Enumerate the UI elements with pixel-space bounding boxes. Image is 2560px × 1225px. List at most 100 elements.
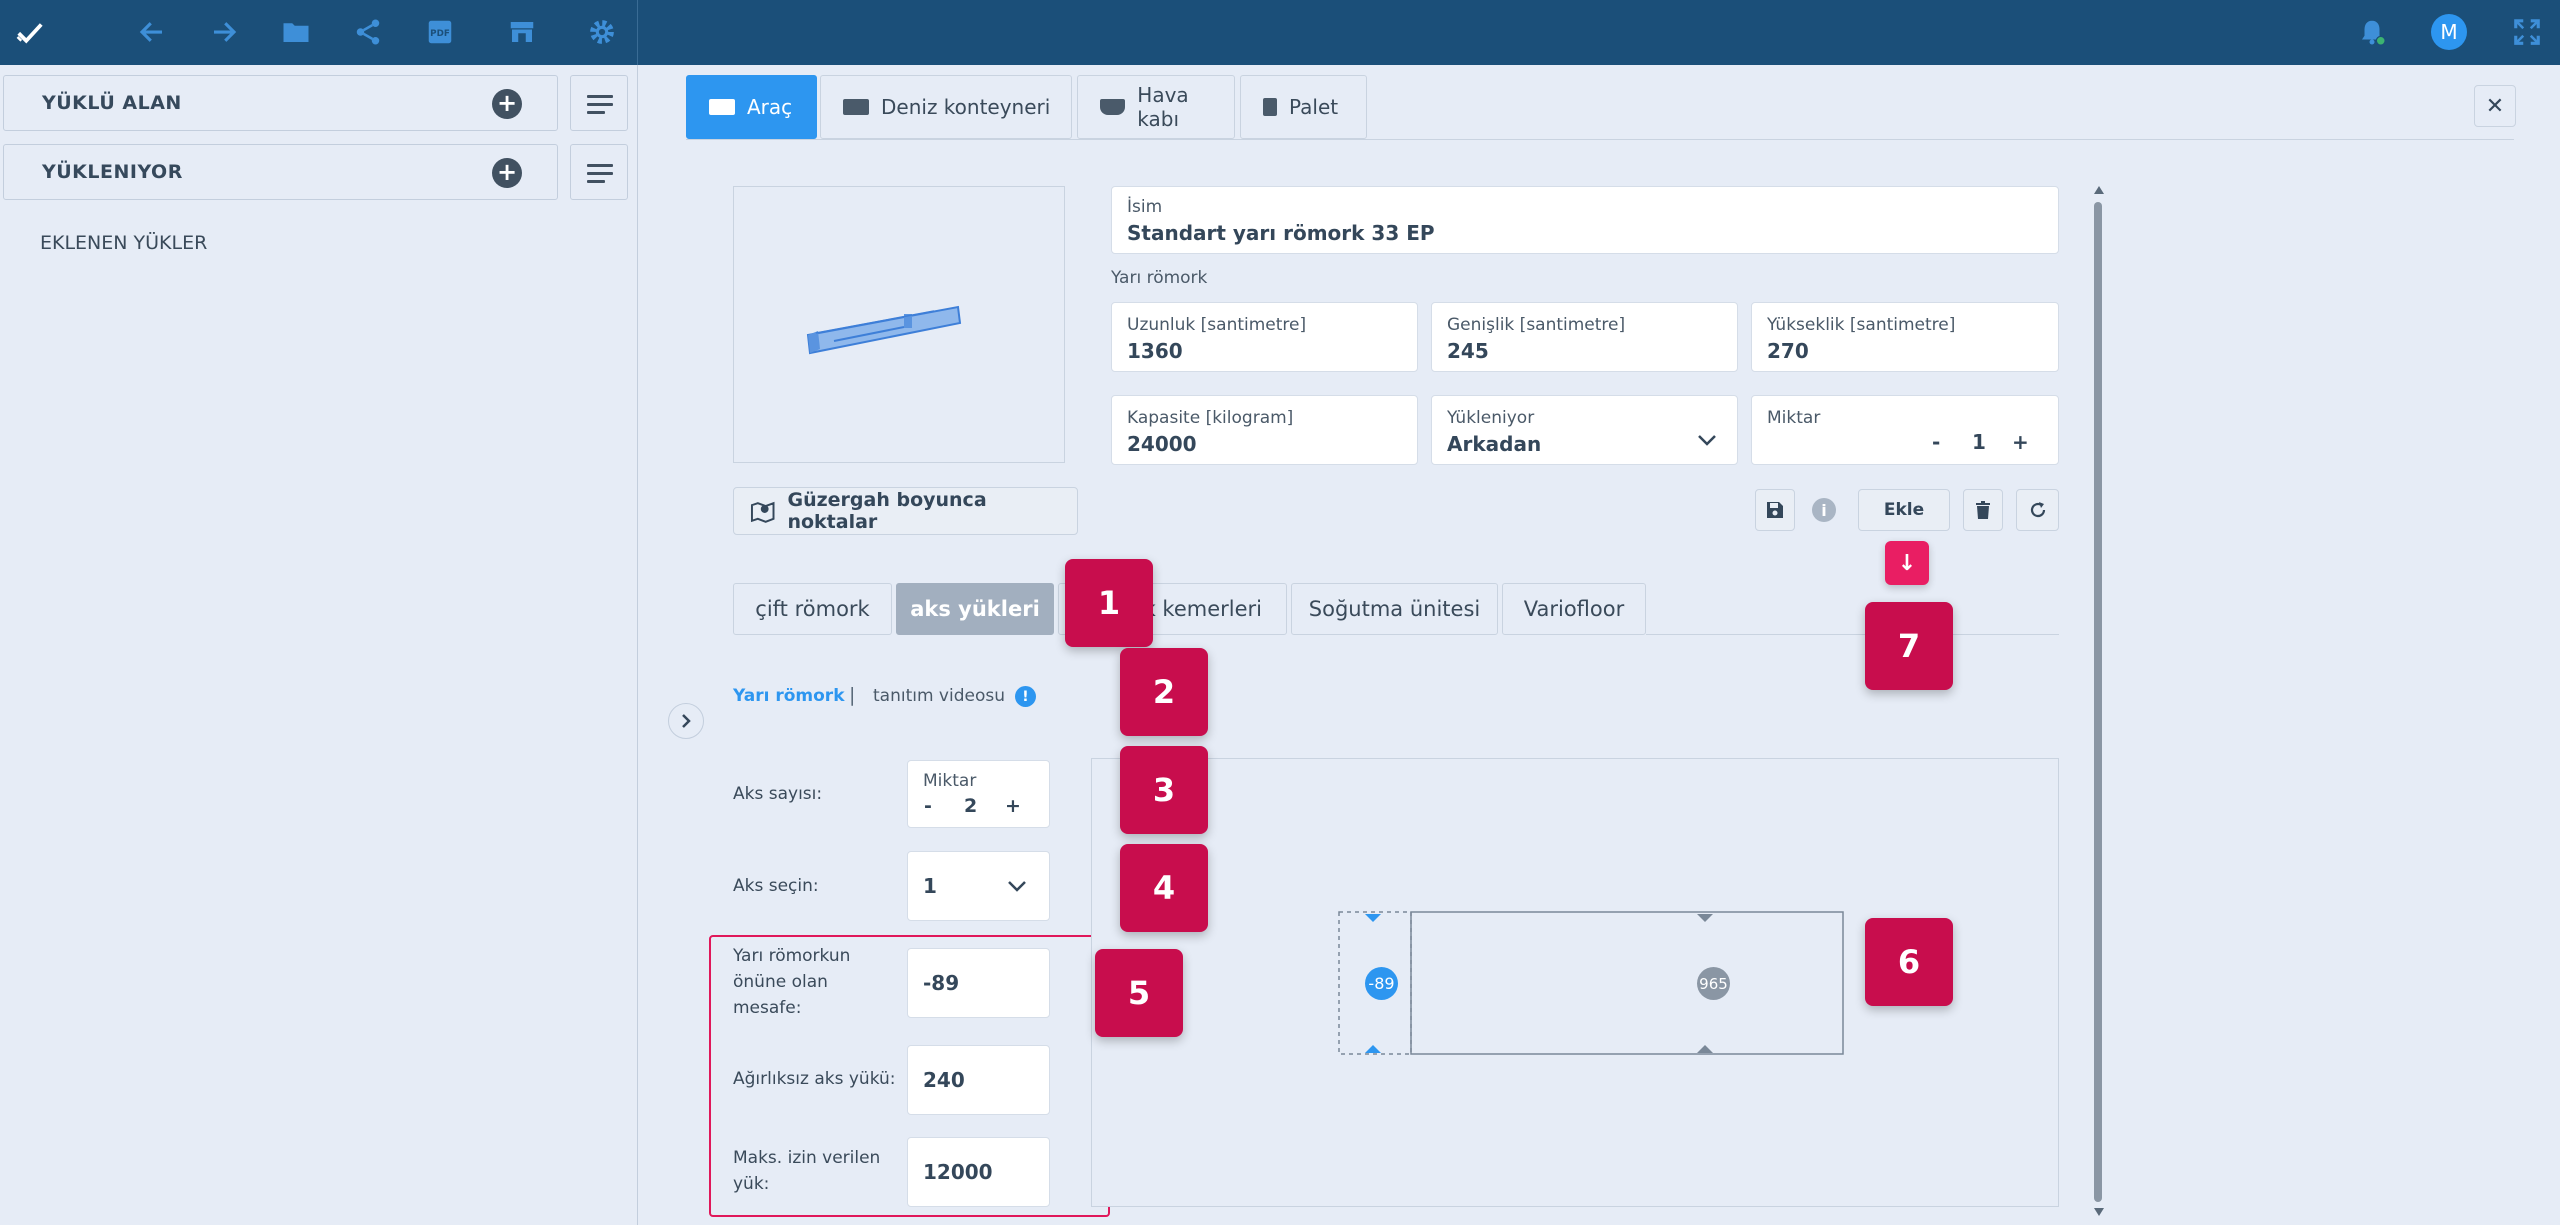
- max-load-label: Maks. izin verilen yük:: [733, 1145, 880, 1197]
- chevron-down-icon: [1698, 435, 1716, 446]
- tab-double-trailer[interactable]: çift römork: [733, 583, 892, 635]
- step-badge-4: 4: [1120, 844, 1208, 932]
- tab-cooling-unit[interactable]: Soğutma ünitesi: [1291, 583, 1498, 635]
- step-badge-6: 6: [1865, 918, 1953, 1006]
- intro-video-link[interactable]: tanıtım videosu: [873, 686, 1005, 706]
- video-info-icon[interactable]: !: [1015, 686, 1036, 707]
- air-container-icon: [1100, 99, 1126, 115]
- axle-select-label: Aks seçin:: [733, 876, 819, 896]
- scroll-up-icon[interactable]: [2094, 186, 2104, 194]
- loading-row[interactable]: YÜKLENIYOR +: [3, 144, 558, 200]
- forward-icon[interactable]: [204, 12, 244, 52]
- length-label: Uzunluk [santimetre]: [1127, 315, 1307, 335]
- name-label: İsim: [1127, 197, 1163, 217]
- quantity-minus-button[interactable]: -: [1932, 430, 1940, 454]
- height-label: Yükseklik [santimetre]: [1767, 315, 1956, 335]
- svg-text:PDF: PDF: [430, 29, 450, 39]
- loaded-area-row[interactable]: YÜKLÜ ALAN +: [3, 75, 558, 131]
- axle-select[interactable]: 1: [907, 851, 1050, 921]
- capacity-field[interactable]: Kapasite [kilogram] 24000: [1111, 395, 1418, 465]
- axle-count-minus-button[interactable]: -: [924, 795, 932, 817]
- save-button[interactable]: [1755, 489, 1795, 531]
- distance-input[interactable]: -89: [907, 948, 1050, 1018]
- truck-icon: [709, 99, 735, 115]
- route-points-button[interactable]: Güzergah boyunca noktalar: [733, 487, 1078, 535]
- back-icon[interactable]: [132, 12, 172, 52]
- height-field[interactable]: Yükseklik [santimetre] 270: [1751, 302, 2059, 372]
- check-icon[interactable]: [10, 12, 50, 52]
- toolbar-left-section: [0, 0, 638, 65]
- add-loading-button[interactable]: +: [492, 158, 522, 188]
- max-load-label-line-2: yük:: [733, 1174, 770, 1194]
- loaded-area-menu-button[interactable]: [570, 75, 628, 131]
- max-load-label-line-1: Maks. izin verilen: [733, 1148, 881, 1168]
- scrollbar[interactable]: [2092, 186, 2104, 1216]
- trash-icon: [1976, 501, 1990, 519]
- height-value: 270: [1767, 339, 1809, 363]
- name-field[interactable]: İsim Standart yarı römork 33 EP: [1111, 186, 2059, 254]
- tab-variofloor[interactable]: Variofloor: [1502, 583, 1646, 635]
- added-loads-label: EKLENEN YÜKLER: [40, 232, 208, 254]
- axle-marker-1[interactable]: -89: [1365, 967, 1398, 1000]
- delete-button[interactable]: [1963, 489, 2003, 531]
- tab-label: Araç: [747, 95, 793, 119]
- vehicle-image: [733, 186, 1065, 463]
- refresh-button[interactable]: [2016, 489, 2059, 531]
- step-badge-5: 5: [1095, 949, 1183, 1037]
- distance-label-line-2: önüne olan: [733, 972, 828, 992]
- tab-axle-loads[interactable]: aks yükleri: [896, 583, 1054, 635]
- width-label: Genişlik [santimetre]: [1447, 315, 1626, 335]
- max-load-input[interactable]: 12000: [907, 1137, 1050, 1207]
- link-separator: |: [849, 684, 856, 706]
- loading-value: Arkadan: [1447, 432, 1542, 456]
- empty-axle-load-input[interactable]: 240: [907, 1045, 1050, 1115]
- quantity-plus-button[interactable]: +: [2012, 430, 2029, 454]
- length-value: 1360: [1127, 339, 1183, 363]
- tab-label: Deniz konteyneri: [881, 95, 1051, 119]
- quantity-stepper[interactable]: Miktar - 1 +: [1751, 395, 2059, 465]
- axle-marker-2[interactable]: 965: [1697, 967, 1730, 1000]
- tab-vehicle[interactable]: Araç: [686, 75, 817, 139]
- arrow-down-icon: ↓: [1885, 541, 1929, 585]
- chevron-down-icon: [1008, 881, 1026, 892]
- folder-icon[interactable]: [276, 12, 316, 52]
- tab-pallet[interactable]: Palet: [1240, 75, 1367, 139]
- top-toolbar: PDF M: [0, 0, 2560, 65]
- axle-count-label: Aks sayısı:: [733, 784, 823, 804]
- info-icon[interactable]: i: [1812, 498, 1836, 522]
- semi-trailer-link[interactable]: Yarı römork: [733, 686, 845, 706]
- width-field[interactable]: Genişlik [santimetre] 245: [1431, 302, 1738, 372]
- axle-count-stepper[interactable]: Miktar - 2 +: [907, 760, 1050, 828]
- pdf-icon[interactable]: PDF: [420, 12, 460, 52]
- loading-select[interactable]: Yükleniyor Arkadan: [1431, 395, 1738, 465]
- avatar[interactable]: M: [2431, 14, 2467, 50]
- share-icon[interactable]: [348, 12, 388, 52]
- tab-sea-container[interactable]: Deniz konteyneri: [820, 75, 1072, 139]
- scrollbar-thumb[interactable]: [2094, 202, 2102, 1202]
- max-load-value: 12000: [923, 1160, 993, 1184]
- chevron-right-icon: [682, 714, 691, 728]
- scroll-down-icon[interactable]: [2094, 1208, 2104, 1216]
- expand-panel-button[interactable]: [668, 703, 704, 739]
- capacity-label: Kapasite [kilogram]: [1127, 408, 1294, 428]
- loading-label: Yükleniyor: [1447, 408, 1535, 428]
- map-marker-icon: [750, 501, 775, 523]
- length-field[interactable]: Uzunluk [santimetre] 1360: [1111, 302, 1418, 372]
- axle-count-plus-button[interactable]: +: [1005, 795, 1021, 817]
- store-icon[interactable]: [502, 12, 542, 52]
- tab-air-container[interactable]: Hava kabı: [1077, 75, 1235, 139]
- bell-icon[interactable]: [2352, 12, 2392, 52]
- left-panel: YÜKLÜ ALAN + YÜKLENIYOR + EKLENEN YÜKLER: [0, 65, 638, 1225]
- gear-icon[interactable]: [582, 12, 622, 52]
- distance-label-line-1: Yarı römorkun: [733, 946, 851, 966]
- axle-count-box-label: Miktar: [923, 771, 977, 791]
- loading-menu-button[interactable]: [570, 144, 628, 200]
- semi-trailer-icon: [806, 305, 962, 355]
- loaded-area-title: YÜKLÜ ALAN: [42, 92, 182, 114]
- subtabs-divider: [1646, 634, 2059, 635]
- add-button[interactable]: Ekle: [1858, 489, 1950, 531]
- fullscreen-icon[interactable]: [2507, 12, 2547, 52]
- close-button[interactable]: ✕: [2474, 85, 2516, 127]
- route-points-label: Güzergah boyunca noktalar: [787, 489, 987, 533]
- add-loaded-area-button[interactable]: +: [492, 89, 522, 119]
